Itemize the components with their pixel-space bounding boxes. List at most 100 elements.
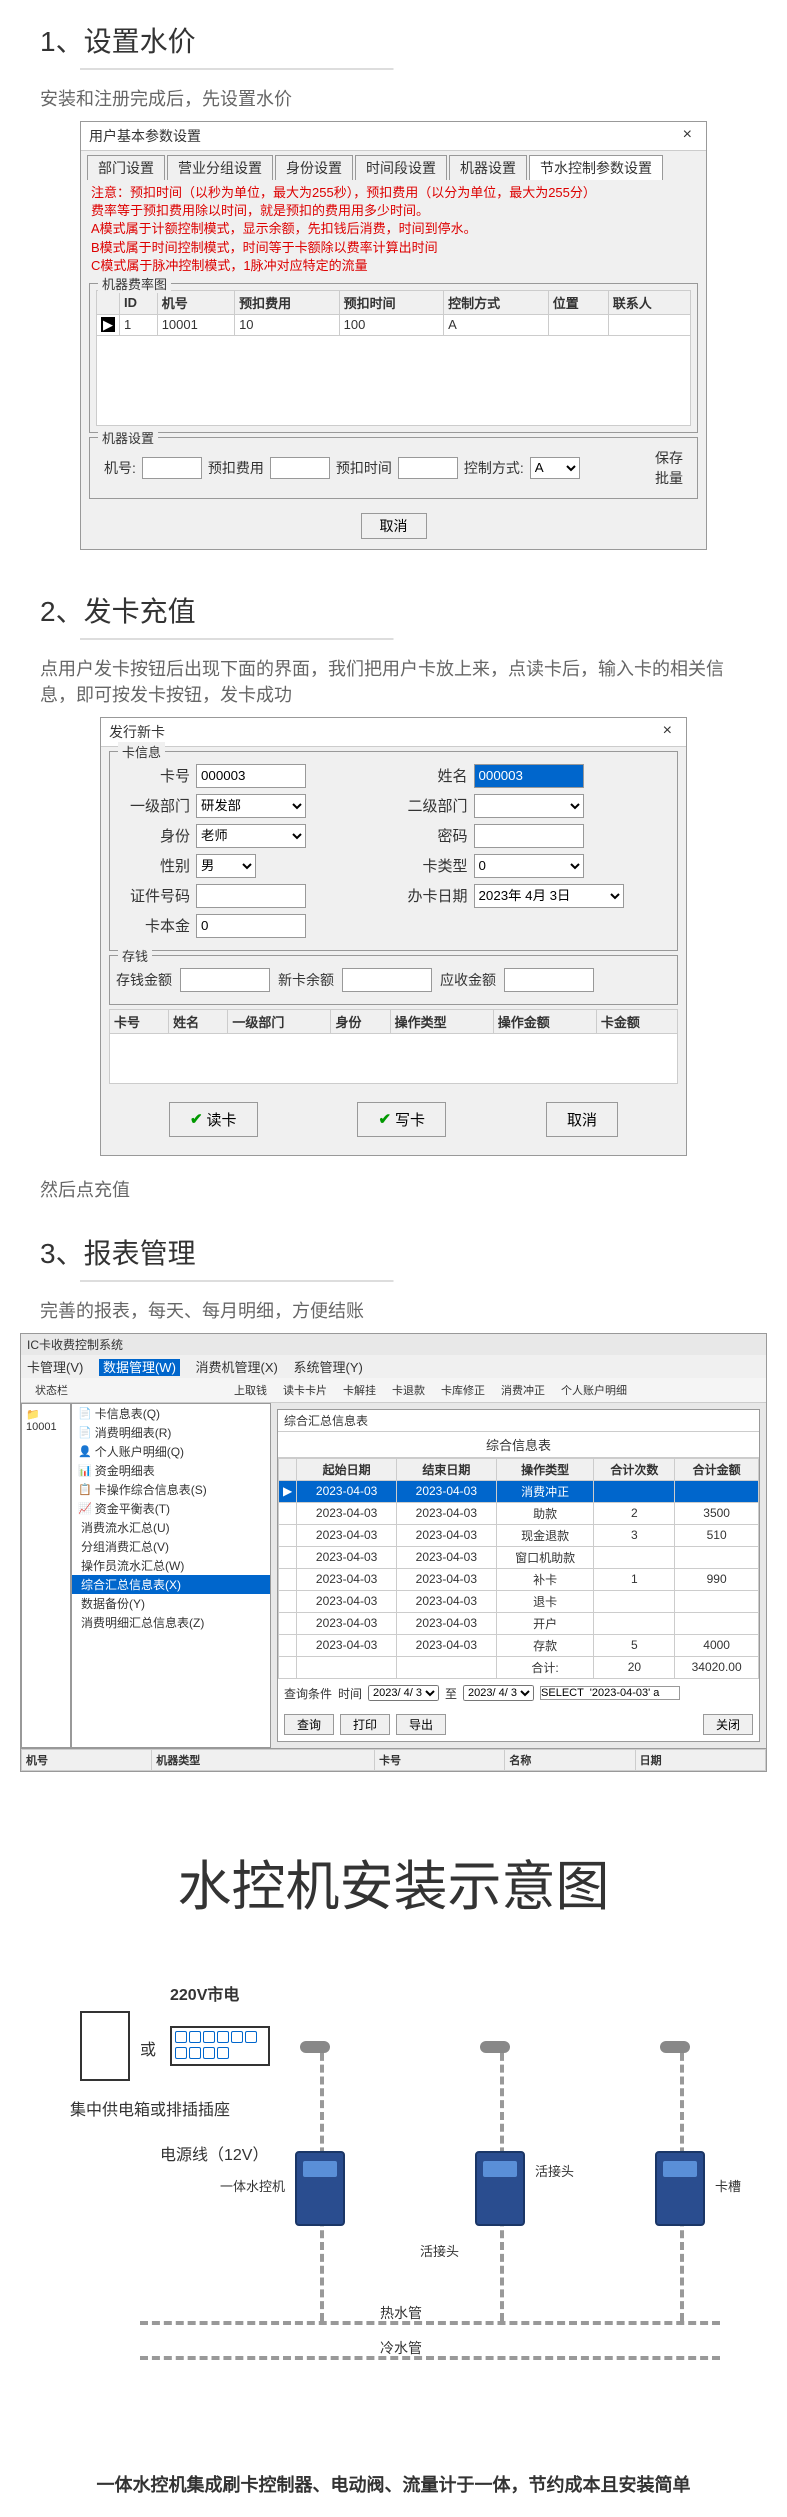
row-marker-icon: ▶: [101, 317, 115, 332]
section1-title: 1、设置水价: [40, 20, 747, 60]
cancel-button[interactable]: 取消: [361, 513, 427, 539]
tree-item[interactable]: 📋卡操作综合信息表(S): [72, 1480, 270, 1499]
tree-item[interactable]: 数据备份(Y): [72, 1594, 270, 1613]
close-icon[interactable]: ×: [677, 126, 698, 146]
table-row[interactable]: 2023-04-032023-04-03开户: [279, 1612, 759, 1634]
tree-item[interactable]: 👤个人账户明细(Q): [72, 1442, 270, 1461]
gender-label: 性别: [116, 855, 196, 876]
batch-button[interactable]: 批量: [655, 468, 683, 488]
deposit-group-title: 存钱: [118, 946, 152, 965]
joint-label: 活接头: [535, 2161, 574, 2180]
fee-input[interactable]: [270, 457, 330, 479]
table-row[interactable]: ▶2023-04-032023-04-03消费冲正: [279, 1480, 759, 1502]
tree-item[interactable]: 消费明细汇总信息表(Z): [72, 1613, 270, 1632]
mode-select[interactable]: A: [530, 457, 580, 479]
date-select[interactable]: 2023年 4月 3日: [474, 884, 624, 908]
tree-item[interactable]: 分组消费汇总(V): [72, 1537, 270, 1556]
write-card-button[interactable]: ✔写卡: [357, 1102, 446, 1137]
cancel-button[interactable]: 取消: [546, 1102, 618, 1137]
toolbar-refund[interactable]: 卡退款: [388, 1380, 429, 1400]
joint2-label: 活接头: [420, 2241, 459, 2260]
table-row[interactable]: 2023-04-032023-04-03退卡: [279, 1590, 759, 1612]
divider: [80, 638, 707, 640]
table-row[interactable]: 2023-04-032023-04-03助款23500: [279, 1502, 759, 1524]
tree-item[interactable]: 消费流水汇总(U): [72, 1518, 270, 1537]
query-button[interactable]: 查询: [284, 1714, 334, 1735]
menu-data[interactable]: 数据管理(W): [99, 1359, 180, 1376]
cardno-input[interactable]: [196, 764, 306, 788]
identity-select[interactable]: 老师: [196, 824, 306, 848]
toolbar-correct[interactable]: 卡库修正: [437, 1380, 489, 1400]
report-window: IC卡收费控制系统 卡管理(V) 数据管理(W) 消费机管理(X) 系统管理(Y…: [20, 1333, 767, 1772]
print-button[interactable]: 打印: [340, 1714, 390, 1735]
table-row[interactable]: 2023-04-032023-04-03现金退款3510: [279, 1524, 759, 1546]
dept1-select[interactable]: 研发部: [196, 794, 306, 818]
recv-input[interactable]: [504, 968, 594, 992]
cardtype-select[interactable]: 0: [474, 854, 584, 878]
menu-system[interactable]: 系统管理(Y): [294, 1360, 363, 1375]
table-row[interactable]: 合计:2034020.00: [279, 1656, 759, 1678]
toolbar-readcard[interactable]: 读卡卡片: [279, 1380, 331, 1400]
principal-label: 卡本金: [116, 915, 196, 936]
box-label: 集中供电箱或排插插座: [70, 2096, 230, 2120]
check-icon: ✔: [190, 1110, 203, 1128]
name-input[interactable]: [474, 764, 584, 788]
tab-water-control[interactable]: 节水控制参数设置: [529, 155, 663, 180]
cardinfo-group-title: 卡信息: [118, 742, 165, 761]
tab-group[interactable]: 营业分组设置: [167, 155, 273, 180]
table-row[interactable]: 2023-04-032023-04-03窗口机助款: [279, 1546, 759, 1568]
power-strip-icon: [170, 2026, 270, 2066]
status-label: 状态栏: [27, 1380, 76, 1400]
toolbar-account[interactable]: 个人账户明细: [557, 1380, 631, 1400]
read-card-button[interactable]: ✔读卡: [169, 1102, 258, 1137]
tree-item[interactable]: 综合汇总信息表(X): [72, 1575, 270, 1594]
sql-input[interactable]: [540, 1686, 680, 1700]
tree-item[interactable]: 📄消费明细表(R): [72, 1423, 270, 1442]
principal-input[interactable]: [196, 914, 306, 938]
pwd-input[interactable]: [474, 824, 584, 848]
cardno-label: 卡号: [116, 765, 196, 786]
tab-machine[interactable]: 机器设置: [449, 155, 527, 180]
table-row[interactable]: 2023-04-032023-04-03补卡1990: [279, 1568, 759, 1590]
deposit-amt-input[interactable]: [180, 968, 270, 992]
close-button[interactable]: 关闭: [703, 1714, 753, 1735]
price-dialog: 用户基本参数设置 × 部门设置 营业分组设置 身份设置 时间段设置 机器设置 节…: [80, 121, 707, 550]
menu-machine[interactable]: 消费机管理(X): [196, 1360, 278, 1375]
section2-title: 2、发卡充值: [40, 590, 747, 630]
save-button[interactable]: 保存: [655, 448, 683, 468]
toolbar-unhook[interactable]: 卡解挂: [339, 1380, 380, 1400]
dept2-label: 二级部门: [394, 795, 474, 816]
time-input[interactable]: [398, 457, 458, 479]
table-row[interactable]: ▶ 1 10001 10 100 A: [97, 314, 691, 335]
to-label: 至: [445, 1685, 457, 1702]
tab-timespan[interactable]: 时间段设置: [355, 155, 447, 180]
dialog-title: 用户基本参数设置: [89, 126, 201, 146]
tree-root[interactable]: 10001: [26, 1421, 66, 1433]
hotpipe-label: 热水管: [380, 2303, 422, 2323]
machno-input[interactable]: [142, 457, 202, 479]
summary-table: 起始日期结束日期操作类型合计次数合计金额▶2023-04-032023-04-0…: [278, 1458, 759, 1679]
tree-item[interactable]: 📄卡信息表(Q): [72, 1404, 270, 1423]
export-button[interactable]: 导出: [396, 1714, 446, 1735]
dept2-select[interactable]: [474, 794, 584, 818]
tab-dept[interactable]: 部门设置: [87, 155, 165, 180]
tree-item[interactable]: 📈资金平衡表(T): [72, 1499, 270, 1518]
app-title: IC卡收费控制系统: [21, 1334, 766, 1355]
water-controller-icon: [475, 2151, 525, 2226]
tab-identity[interactable]: 身份设置: [275, 155, 353, 180]
toolbar-withdraw[interactable]: 上取钱: [230, 1380, 271, 1400]
fee-label: 预扣费用: [208, 458, 264, 478]
toolbar-reverse[interactable]: 消费冲正: [497, 1380, 549, 1400]
newbal-input[interactable]: [342, 968, 432, 992]
close-icon[interactable]: ×: [657, 722, 678, 742]
tree-item[interactable]: 📊资金明细表: [72, 1461, 270, 1480]
tree-item[interactable]: 操作员流水汇总(W): [72, 1556, 270, 1575]
certno-input[interactable]: [196, 884, 306, 908]
tree-icon[interactable]: 📁: [26, 1408, 66, 1421]
install-caption: 一体水控机集成刷卡控制器、电动阀、流量计于一体，节约成本且安装简单: [0, 2451, 787, 2517]
gender-select[interactable]: 男: [196, 854, 256, 878]
menu-card[interactable]: 卡管理(V): [27, 1360, 83, 1375]
date-to-select[interactable]: 2023/ 4/ 3: [463, 1685, 534, 1701]
table-row[interactable]: 2023-04-032023-04-03存款54000: [279, 1634, 759, 1656]
date-from-select[interactable]: 2023/ 4/ 3: [368, 1685, 439, 1701]
